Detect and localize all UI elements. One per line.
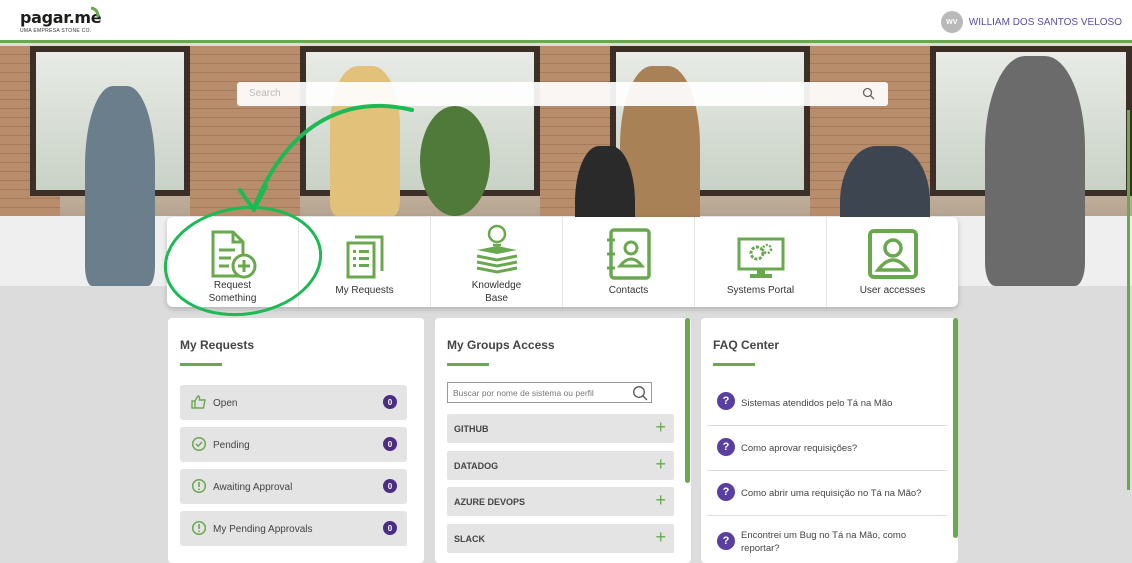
user-menu[interactable]: WV WILLIAM DOS SANTOS VELOSO <box>940 11 1122 33</box>
faq-center-card: FAQ Center ? Sistemas atendidos pelo Tá … <box>701 318 958 563</box>
title-underline <box>180 363 222 366</box>
group-name: AZURE DEVOPS <box>454 497 526 507</box>
my-requests-card: My Requests Open 0 Pending 0 Awaiting Ap… <box>168 318 424 563</box>
logo-arc-icon <box>90 6 100 18</box>
faq-item[interactable]: ? Como aprovar requisições? <box>707 426 947 471</box>
faq-item[interactable]: ? Sistemas atendidos pelo Tá na Mão <box>707 381 947 426</box>
question-icon: ? <box>717 532 735 550</box>
thumbs-up-icon <box>191 395 206 409</box>
group-search-input[interactable]: Buscar por nome de sistema ou perfil <box>453 388 594 398</box>
address-book-icon <box>606 228 651 280</box>
faq-question: Sistemas atendidos pelo Tá na Mão <box>741 398 893 409</box>
search-icon[interactable] <box>632 385 648 401</box>
plus-icon[interactable]: + <box>655 418 666 436</box>
my-groups-access-card: My Groups Access Buscar por nome de sist… <box>435 318 691 563</box>
count-badge: 0 <box>383 395 397 409</box>
tile-label: My Requests <box>335 285 394 296</box>
faq-question: Como aprovar requisições? <box>741 443 858 454</box>
card-title: My Groups Access <box>447 338 555 352</box>
scrollbar[interactable] <box>953 318 958 538</box>
faq-item[interactable]: ? Encontrei um Bug no Tá na Mão, como re… <box>707 516 947 563</box>
tile-request-something[interactable]: Request Something <box>167 217 299 307</box>
faq-question: Como abrir uma requisição no Tá na Mão? <box>741 488 922 499</box>
group-item[interactable]: SLACK + <box>447 524 674 553</box>
question-icon: ? <box>717 438 735 456</box>
tile-label: Systems Portal <box>726 285 795 296</box>
title-underline <box>713 363 755 366</box>
tile-systems-portal[interactable]: Systems Portal <box>695 217 827 307</box>
page-scrollbar[interactable] <box>1127 110 1130 490</box>
logo-tagline: UMA EMPRESA STONE CO. <box>20 28 92 34</box>
user-badge-icon <box>867 229 918 279</box>
monitor-gears-icon <box>737 237 784 278</box>
group-name: DATADOG <box>454 461 499 471</box>
count-badge: 0 <box>383 521 397 535</box>
check-circle-icon <box>191 436 207 452</box>
tile-user-accesses[interactable]: User accesses <box>827 217 958 307</box>
quick-access-tiles: Request Something My Requests Knowledge … <box>167 217 958 307</box>
request-status-label: My Pending Approvals <box>213 524 313 535</box>
tile-label: Something <box>208 293 257 304</box>
search-icon[interactable] <box>862 87 876 101</box>
group-name: SLACK <box>454 534 485 544</box>
faq-item[interactable]: ? Como abrir uma requisição no Tá na Mão… <box>707 471 947 516</box>
tile-label: Request <box>213 280 252 291</box>
group-name: GITHUB <box>454 424 489 434</box>
title-underline <box>447 363 489 366</box>
request-status-awaiting-approval[interactable]: Awaiting Approval 0 <box>180 469 407 504</box>
tile-label: User accesses <box>859 285 926 296</box>
group-search-field[interactable]: Buscar por nome de sistema ou perfil <box>447 382 652 403</box>
request-status-open[interactable]: Open 0 <box>180 385 407 420</box>
document-list-icon <box>346 235 383 279</box>
top-bar: pagar.me UMA EMPRESA STONE CO. WV WILLIA… <box>0 0 1132 43</box>
pagarme-logo[interactable]: pagar.me UMA EMPRESA STONE CO. <box>20 6 102 34</box>
request-add-icon <box>211 230 256 279</box>
hero-person <box>85 86 155 286</box>
plus-icon[interactable]: + <box>655 491 666 509</box>
plus-icon[interactable]: + <box>655 528 666 546</box>
request-status-my-pending-approvals[interactable]: My Pending Approvals 0 <box>180 511 407 546</box>
faq-question: Encontrei um Bug no Tá na Mão, como repo… <box>741 530 907 554</box>
hero-person <box>985 56 1085 286</box>
tile-contacts[interactable]: Contacts <box>563 217 695 307</box>
user-name[interactable]: WILLIAM DOS SANTOS VELOSO <box>969 17 1122 28</box>
group-item[interactable]: DATADOG + <box>447 451 674 480</box>
scrollbar[interactable] <box>685 318 690 483</box>
request-status-label: Awaiting Approval <box>213 482 293 493</box>
group-item[interactable]: AZURE DEVOPS + <box>447 487 674 516</box>
card-title: My Requests <box>180 338 255 352</box>
tile-label: Contacts <box>608 285 649 296</box>
tile-label: Base <box>485 293 508 304</box>
card-title: FAQ Center <box>713 338 780 352</box>
question-icon: ? <box>717 392 735 410</box>
hero-plant <box>420 106 490 216</box>
tile-label: Knowledge <box>471 280 522 291</box>
request-status-label: Pending <box>213 440 250 451</box>
books-lightbulb-icon <box>476 224 517 274</box>
count-badge: 0 <box>383 479 397 493</box>
request-status-label: Open <box>213 398 238 409</box>
avatar[interactable]: WV <box>940 11 963 33</box>
question-icon: ? <box>717 483 735 501</box>
tile-knowledge-base[interactable]: Knowledge Base <box>431 217 563 307</box>
request-status-pending[interactable]: Pending 0 <box>180 427 407 462</box>
tile-my-requests[interactable]: My Requests <box>299 217 431 307</box>
count-badge: 0 <box>383 437 397 451</box>
alert-circle-icon <box>191 478 207 494</box>
group-item[interactable]: GITHUB + <box>447 414 674 443</box>
search-input[interactable]: Search <box>249 88 281 99</box>
search-bar[interactable]: Search <box>237 82 888 106</box>
plus-icon[interactable]: + <box>655 455 666 473</box>
alert-circle-icon <box>191 520 207 536</box>
